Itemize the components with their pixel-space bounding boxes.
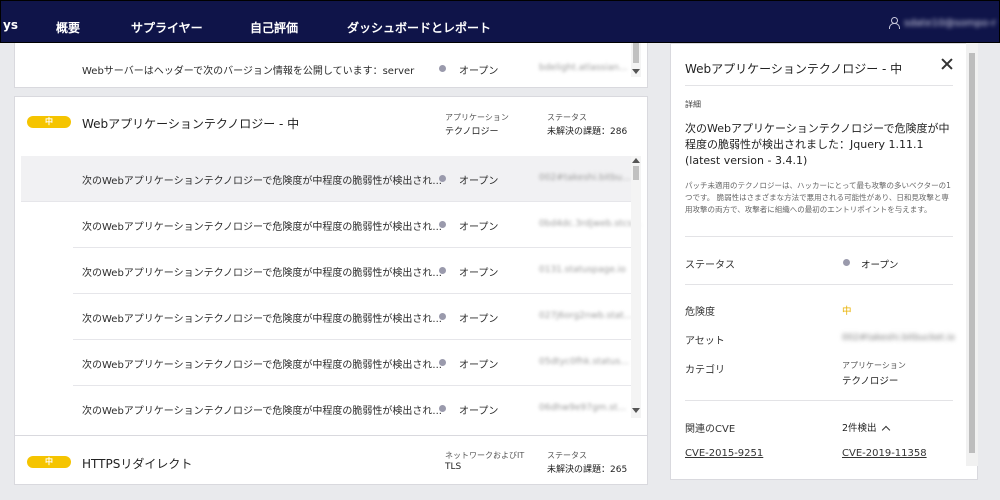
group-title[interactable]: HTTPSリダイレクト: [82, 455, 192, 472]
cve-link[interactable]: CVE-2015-9251: [685, 448, 763, 459]
finding-text: 次のWebアプリケーションテクノロジーで危険度が中程度の脆弱性が検出され...: [82, 268, 442, 279]
finding-row[interactable]: 次のWebアプリケーションテクノロジーで危険度が中程度の脆弱性が検出され... …: [73, 386, 631, 432]
divider: [685, 236, 953, 237]
severity-badge: 中: [27, 456, 71, 468]
finding-text: 次のWebアプリケーションテクノロジーで危険度が中程度の脆弱性が検出され...: [82, 222, 442, 233]
finding-detail-panel: Webアプリケーションテクノロジー - 中 詳細 次のWebアプリケーションテク…: [670, 43, 978, 480]
finding-text: 次のWebアプリケーションテクノロジーで危険度が中程度の脆弱性が検出され...: [82, 314, 442, 325]
finding-asset: 002#takeshi.bitbu...: [539, 173, 631, 183]
finding-text[interactable]: Webサーバーはヘッダーで次のバージョン情報を公開しています：server: [82, 62, 414, 77]
scroll-up-arrow-icon[interactable]: [632, 158, 640, 163]
group-status-label: ステータス: [547, 113, 587, 122]
finding-status: オープン: [459, 222, 499, 233]
divider: [685, 400, 953, 401]
findings-list-panel: Webサーバーはヘッダーで次のバージョン情報を公開しています：server オー…: [14, 43, 648, 500]
status-dot-icon: [439, 65, 446, 72]
group-category-value: テクノロジー: [445, 127, 499, 137]
finding-text: 次のWebアプリケーションテクノロジーで危険度が中程度の脆弱性が検出され...: [82, 406, 442, 417]
category-line1: アプリケーション: [842, 361, 906, 370]
finding-row[interactable]: 次のWebアプリケーションテクノロジーで危険度が中程度の脆弱性が検出され... …: [21, 156, 631, 202]
group-status-value: 未解決の課題：265: [547, 465, 628, 475]
finding-status: オープン: [459, 66, 499, 77]
category-label: カテゴリ: [685, 365, 725, 376]
status-dot-icon: [439, 359, 446, 366]
cve-label: 関連のCVE: [685, 424, 736, 435]
user-email: sdate10@sompo-r: [904, 17, 996, 29]
detail-title: Webアプリケーションテクノロジー - 中: [685, 62, 903, 76]
top-navigation-bar: ys 概要 サプライヤー 自己評価 ダッシュボードとレポート sdate10@s…: [0, 0, 1000, 43]
finding-status: オープン: [459, 176, 499, 187]
brand-logo[interactable]: ys: [3, 18, 18, 32]
user-menu[interactable]: sdate10@sompo-r: [888, 17, 996, 29]
finding-group-top: Webサーバーはヘッダーで次のバージョン情報を公開しています：server オー…: [14, 43, 648, 88]
finding-row[interactable]: 次のWebアプリケーションテクノロジーで危険度が中程度の脆弱性が検出され... …: [73, 248, 631, 294]
finding-text: 次のWebアプリケーションテクノロジーで危険度が中程度の脆弱性が検出され...: [82, 360, 442, 371]
close-icon[interactable]: [939, 56, 955, 72]
finding-row[interactable]: 次のWebアプリケーションテクノロジーで危険度が中程度の脆弱性が検出され... …: [73, 340, 631, 386]
cve-link[interactable]: CVE-2019-11358: [842, 448, 927, 459]
scrollbar-thumb[interactable]: [633, 43, 639, 63]
severity-value: 中: [842, 306, 852, 317]
group-category-label: ネットワークおよびIT: [445, 451, 525, 460]
finding-asset: 0131.statuspage.io: [539, 265, 626, 275]
group-title[interactable]: Webアプリケーションテクノロジー - 中: [82, 115, 299, 132]
divider: [685, 85, 953, 86]
detail-scrollbar[interactable]: [966, 43, 978, 466]
category-line2: テクノロジー: [842, 376, 899, 387]
divider: [685, 284, 953, 285]
status-dot-icon: [843, 259, 850, 266]
scroll-down-arrow-icon[interactable]: [632, 408, 640, 413]
finding-status: オープン: [459, 406, 499, 417]
group-status-value: 未解決の課題：286: [547, 127, 628, 137]
nav-self-assessment[interactable]: 自己評価: [250, 19, 298, 36]
status-dot-icon: [439, 267, 446, 274]
detail-explanation: パッチ未適用のテクノロジーは、ハッカーにとって最も攻撃の多いベクターの1つです。…: [685, 181, 951, 214]
scrollbar[interactable]: [631, 43, 641, 77]
scroll-down-arrow-icon[interactable]: [632, 69, 640, 74]
finding-asset: bdelight.atlassian...: [539, 63, 628, 73]
status-dot-icon: [439, 405, 446, 412]
finding-asset: 05dtyc0fhk.status...: [539, 357, 629, 367]
scrollbar-thumb[interactable]: [633, 166, 639, 180]
finding-asset: 027j6org2nwb.stat...: [539, 311, 633, 321]
status-label: ステータス: [685, 260, 735, 271]
asset-value[interactable]: 002#takeshi.bitbucket.io: [842, 333, 955, 343]
severity-label: 危険度: [685, 307, 715, 318]
status-dot-icon: [439, 175, 446, 182]
detail-description: 次のWebアプリケーションテクノロジーで危険度が中程度の脆弱性が検出されました：…: [685, 122, 950, 167]
cve-count: 2件検出: [842, 423, 877, 434]
scrollbar-thumb[interactable]: [969, 53, 975, 453]
asset-label: アセット: [685, 336, 725, 347]
status-dot-icon: [439, 313, 446, 320]
finding-group-web-app-tech: 中 Webアプリケーションテクノロジー - 中 アプリケーション テクノロジー …: [14, 96, 648, 471]
group-category-value: TLS: [445, 462, 462, 472]
finding-row[interactable]: 次のWebアプリケーションテクノロジーで危険度が中程度の脆弱性が検出され... …: [73, 202, 641, 248]
finding-status: オープン: [459, 268, 499, 279]
scrollbar[interactable]: [631, 156, 641, 418]
nav-dashboards-reports[interactable]: ダッシュボードとレポート: [347, 19, 491, 36]
finding-text: 次のWebアプリケーションテクノロジーで危険度が中程度の脆弱性が検出され...: [82, 176, 442, 187]
finding-status: オープン: [459, 314, 499, 325]
finding-group-https-redirect: 中 HTTPSリダイレクト ネットワークおよびIT TLS ステータス 未解決の…: [14, 435, 648, 485]
cve-toggle[interactable]: 2件検出: [842, 420, 890, 435]
severity-badge: 中: [27, 116, 71, 128]
detail-section-label: 詳細: [685, 100, 701, 109]
finding-asset: 0bd4dc.3rdjweb.stcs...: [539, 219, 641, 229]
nav-suppliers[interactable]: サプライヤー: [131, 19, 203, 36]
status-value: オープン: [861, 260, 899, 271]
finding-row[interactable]: 次のWebアプリケーションテクノロジーで危険度が中程度の脆弱性が検出され... …: [73, 294, 633, 340]
group-status-label: ステータス: [547, 451, 587, 460]
user-icon: [888, 17, 900, 29]
finding-asset: 06dhw9e97gm.st...: [539, 403, 627, 413]
group-category-label: アプリケーション: [445, 113, 509, 122]
finding-status: オープン: [459, 360, 499, 371]
status-dot-icon: [439, 221, 446, 228]
nav-overview[interactable]: 概要: [56, 19, 80, 36]
chevron-up-icon: [881, 425, 890, 435]
